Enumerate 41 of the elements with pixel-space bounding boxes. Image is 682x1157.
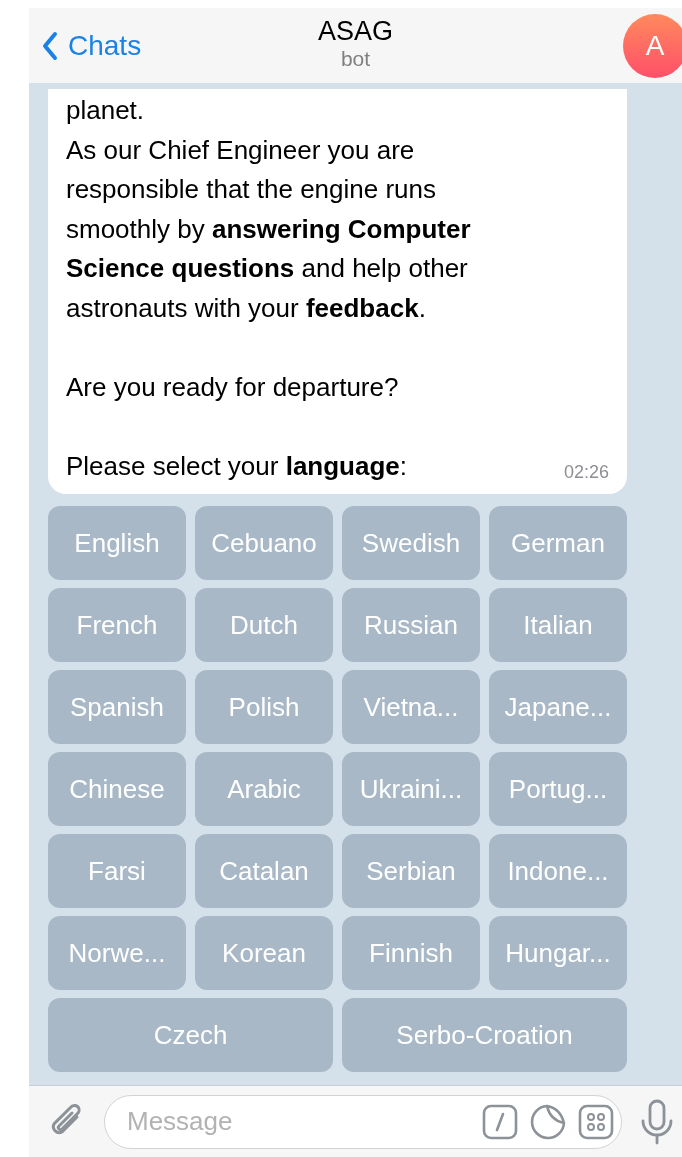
keyboard-button[interactable]: Italian: [489, 588, 627, 662]
keyboard-button[interactable]: Swedish: [342, 506, 480, 580]
keyboard-button[interactable]: Arabic: [195, 752, 333, 826]
microphone-icon[interactable]: [640, 1098, 674, 1145]
keyboard-button[interactable]: Vietna...: [342, 670, 480, 744]
chat-subtitle: bot: [340, 46, 371, 72]
message-text: As our Chief Engineer you are responsible that the engine runs smoothly by answering Computer Science questions and help other astronauts with your feedback.: [66, 133, 472, 325]
keyboard-button[interactable]: Norwe...: [48, 916, 186, 990]
sticker-icon[interactable]: [530, 1103, 566, 1140]
back-link[interactable]: Chats: [42, 29, 142, 62]
message-field[interactable]: Message: [104, 1094, 622, 1149]
keyboard-button[interactable]: Serbian: [342, 834, 480, 908]
message-time: 02:26: [563, 461, 609, 484]
keyboard-button[interactable]: Portug...: [489, 752, 627, 826]
keyboard-button[interactable]: German: [489, 506, 627, 580]
keyboard-button[interactable]: Polish: [195, 670, 333, 744]
keyboard-button[interactable]: Chinese: [48, 752, 186, 826]
keyboard-button[interactable]: Dutch: [195, 588, 333, 662]
keyboard-button[interactable]: Catalan: [195, 834, 333, 908]
keyboard-button[interactable]: Farsi: [48, 834, 186, 908]
keyboard-button[interactable]: Ukraini...: [342, 752, 480, 826]
keyboard-button[interactable]: Serbo-Croation: [342, 998, 627, 1072]
chat-title: ASAG: [318, 16, 393, 46]
keyboard-button[interactable]: Hungar...: [489, 916, 627, 990]
keyboard-button[interactable]: Czech: [48, 998, 333, 1072]
keyboard-button[interactable]: Indone...: [489, 834, 627, 908]
keyboard-button[interactable]: Cebuano: [195, 506, 333, 580]
command-icon[interactable]: [482, 1103, 518, 1140]
keyboard-button[interactable]: English: [48, 506, 186, 580]
avatar[interactable]: A: [623, 13, 682, 78]
keyboard-button[interactable]: French: [48, 588, 186, 662]
keyboard-button[interactable]: Finnish: [342, 916, 480, 990]
message-text: planet.: [66, 94, 146, 127]
keypad-icon[interactable]: [578, 1103, 614, 1140]
keyboard-button[interactable]: Spanish: [48, 670, 186, 744]
keyboard-button[interactable]: Russian: [342, 588, 480, 662]
back-chevron-icon: [42, 30, 58, 61]
message-text: Are you ready for departure?: [66, 370, 400, 404]
message-text: Please select your language:: [66, 449, 408, 483]
keyboard-button[interactable]: Japane...: [489, 670, 627, 744]
keyboard-button[interactable]: Korean: [195, 916, 333, 990]
